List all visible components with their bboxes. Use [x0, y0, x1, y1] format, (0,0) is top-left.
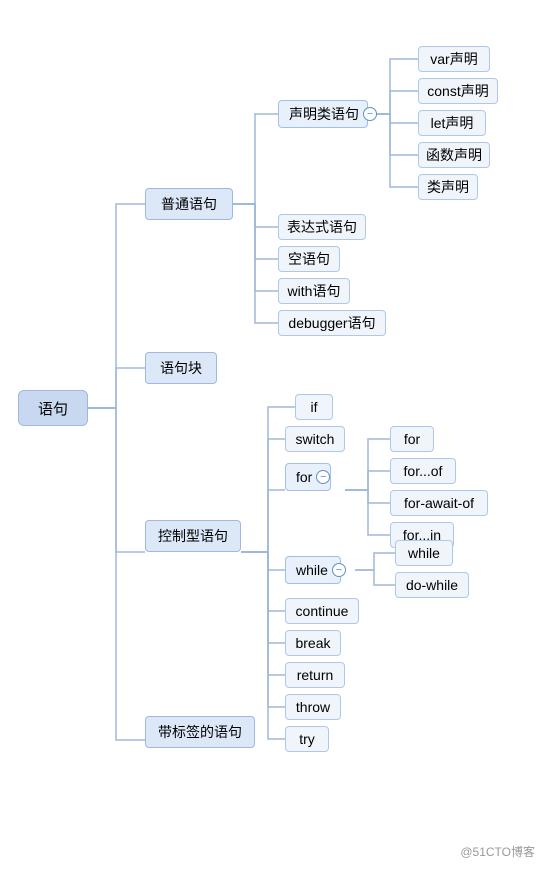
throw-leaf: throw [285, 694, 341, 720]
mind-map: 语句 普通语句 语句块 控制型语句 带标签的语句 声明类语句 − var声明 c… [0, 0, 555, 872]
break-leaf: break [285, 630, 341, 656]
const-leaf: const声明 [418, 78, 498, 104]
while-collapse-icon[interactable]: − [332, 563, 346, 577]
try-leaf: try [285, 726, 329, 752]
dowhile-leaf: do-while [395, 572, 469, 598]
decl-label: 声明类语句 [289, 104, 359, 124]
func-leaf: 函数声明 [418, 142, 490, 168]
normal-label: 普通语句 [161, 194, 217, 214]
with-leaf: with语句 [278, 278, 350, 304]
while-leaf: while [395, 540, 453, 566]
control-label: 控制型语句 [158, 526, 228, 546]
let-leaf: let声明 [418, 110, 486, 136]
block-statement-node: 语句块 [145, 352, 217, 384]
for-leaf: for [390, 426, 434, 452]
for-node: for − [285, 463, 331, 491]
root-label: 语句 [38, 398, 68, 419]
empty-leaf: 空语句 [278, 246, 340, 272]
while-node: while − [285, 556, 341, 584]
class-leaf: 类声明 [418, 174, 478, 200]
forof-leaf: for...of [390, 458, 456, 484]
block-label: 语句块 [160, 358, 202, 378]
labeled-label: 带标签的语句 [158, 722, 242, 742]
decl-collapse-icon[interactable]: − [363, 107, 377, 121]
watermark: @51CTO博客 [460, 843, 535, 860]
var-leaf: var声明 [418, 46, 490, 72]
for-collapse-icon[interactable]: − [316, 470, 330, 484]
decl-statement-node: 声明类语句 − [278, 100, 368, 128]
if-leaf: if [295, 394, 333, 420]
labeled-statement-node: 带标签的语句 [145, 716, 255, 748]
expr-leaf: 表达式语句 [278, 214, 366, 240]
normal-statement-node: 普通语句 [145, 188, 233, 220]
continue-leaf: continue [285, 598, 359, 624]
control-statement-node: 控制型语句 [145, 520, 241, 552]
switch-leaf: switch [285, 426, 345, 452]
debugger-leaf: debugger语句 [278, 310, 386, 336]
root-node: 语句 [18, 390, 88, 426]
forawaitof-leaf: for-await-of [390, 490, 488, 516]
return-leaf: return [285, 662, 345, 688]
